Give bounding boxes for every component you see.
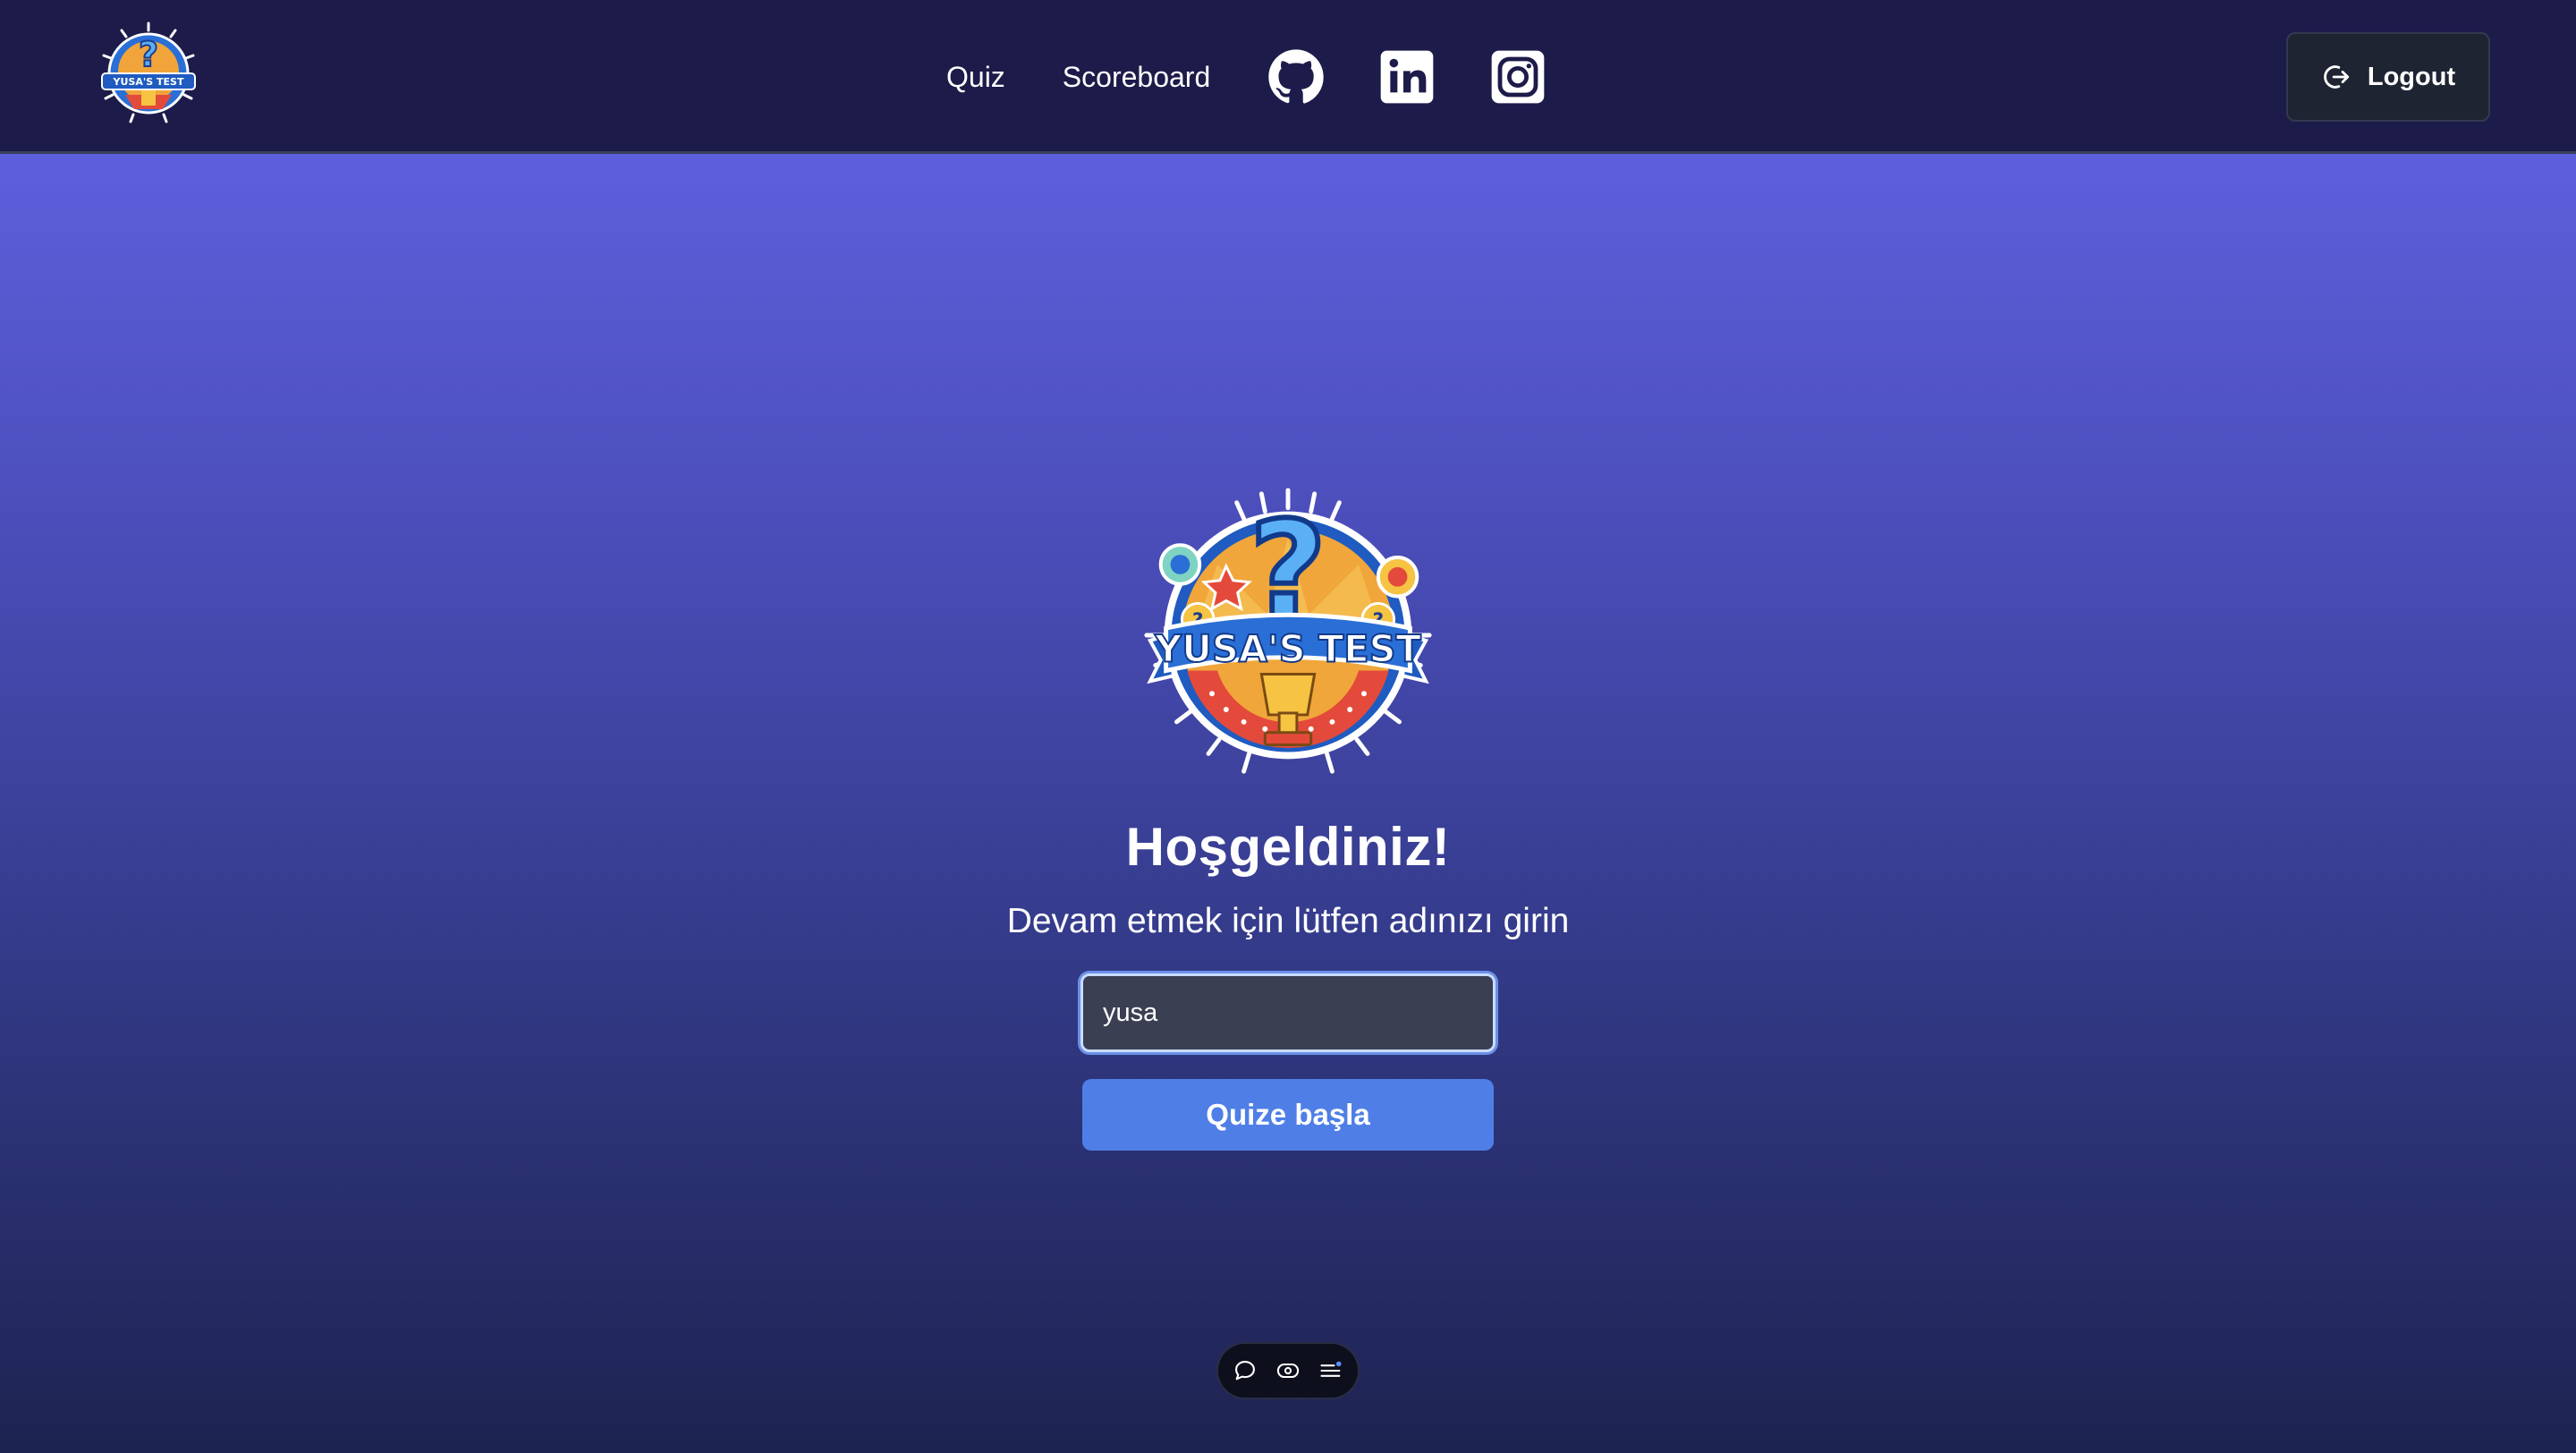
github-link[interactable] [1267, 48, 1325, 106]
nav-link-scoreboard[interactable]: Scoreboard [1063, 61, 1210, 94]
eye-toggle-icon [1276, 1363, 1300, 1379]
instagram-icon [1491, 50, 1545, 104]
github-icon [1268, 49, 1324, 104]
trophy-logo-icon: ? YUSA'S TEST [101, 21, 196, 123]
name-input[interactable] [1080, 973, 1496, 1052]
list-menu-icon [1320, 1361, 1342, 1377]
nav-link-quiz[interactable]: Quiz [946, 61, 1005, 94]
nav-links: Quiz Scoreboard [946, 43, 1600, 111]
linkedin-link[interactable] [1378, 48, 1436, 106]
menu-button[interactable] [1318, 1358, 1343, 1383]
logout-icon [2324, 65, 2350, 89]
linkedin-icon [1380, 50, 1434, 104]
welcome-title: Hoşgeldiniz! [1125, 817, 1451, 877]
instagram-link[interactable] [1489, 48, 1546, 106]
comment-button[interactable] [1233, 1358, 1258, 1383]
svg-text:YUSA'S TEST: YUSA'S TEST [1154, 627, 1421, 671]
logout-button[interactable]: Logout [2286, 32, 2490, 122]
visibility-toggle[interactable] [1275, 1358, 1301, 1383]
comment-icon [1235, 1361, 1255, 1381]
svg-text:?: ? [139, 35, 158, 74]
logout-label: Logout [2367, 62, 2456, 91]
welcome-subtitle: Devam etmek için lütfen adınızı girin [1006, 902, 1570, 940]
hero-section: ? ? ? YUSA'S TEST Hoşgeldiniz! Devam etm… [0, 154, 2576, 1453]
floating-toolbar [1216, 1342, 1360, 1399]
start-quiz-button[interactable]: Quize başla [1082, 1079, 1494, 1151]
svg-text:YUSA'S TEST: YUSA'S TEST [113, 76, 184, 88]
nav-logo[interactable]: ? YUSA'S TEST [95, 20, 202, 127]
hero-logo: ? ? ? YUSA'S TEST [1138, 485, 1438, 786]
yusas-test-badge-icon: ? ? ? YUSA'S TEST [1144, 488, 1432, 774]
navbar: ? YUSA'S TEST Quiz Scoreboard Logout [0, 0, 2576, 154]
